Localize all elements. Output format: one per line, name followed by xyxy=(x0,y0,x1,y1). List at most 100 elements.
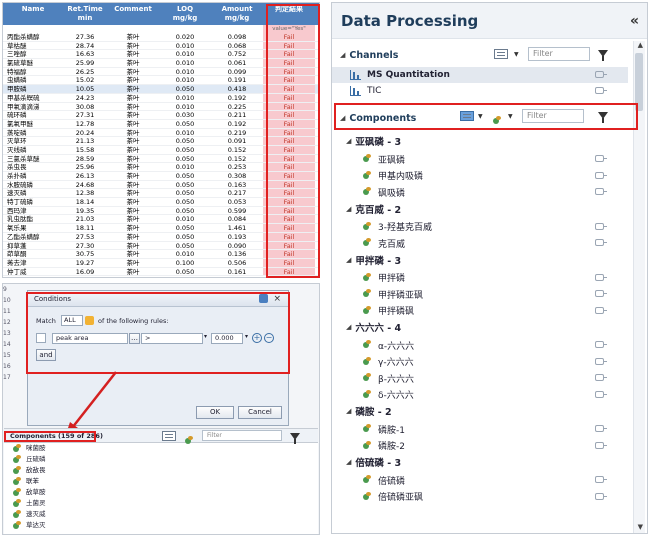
filter-funnel-icon[interactable] xyxy=(290,433,300,444)
list-item[interactable]: 敌草胺 xyxy=(4,487,318,498)
component-item[interactable]: 甲拌磷亚砜 xyxy=(332,286,628,302)
component-icon xyxy=(362,373,372,383)
component-item[interactable]: 甲拌磷砜 xyxy=(332,303,628,319)
expand-triangle-icon[interactable]: ◢ xyxy=(346,458,351,466)
component-item[interactable]: 磷胺-1 xyxy=(332,421,628,437)
component-group[interactable]: ◢ 磷胺 - 2 xyxy=(332,403,628,419)
component-icon xyxy=(362,340,372,350)
link-icon[interactable] xyxy=(595,171,607,179)
component-item[interactable]: 磷胺-2 xyxy=(332,438,628,454)
component-item[interactable]: 克百威 xyxy=(332,235,628,251)
component-item[interactable]: 3-羟基克百威 xyxy=(332,219,628,235)
component-label: 甲拌磷 xyxy=(378,274,406,284)
list-item[interactable]: 咪菌胺 xyxy=(4,443,318,454)
component-label: 倍硫磷 xyxy=(378,476,406,487)
collapse-icon[interactable]: « xyxy=(630,3,639,39)
channels-filter-input[interactable]: Filter xyxy=(528,47,590,61)
data-processing-panel: Data Processing « ◢ Channels ▼ Filter MS… xyxy=(331,2,648,534)
component-item[interactable]: 倍硫磷亚砜 xyxy=(332,489,628,505)
component-label: 甲拌磷砜 xyxy=(378,307,415,317)
scroll-down-icon[interactable]: ▼ xyxy=(638,523,643,531)
components-header-highlight xyxy=(4,431,96,442)
component-icon xyxy=(362,187,372,197)
expand-triangle-icon[interactable]: ◢ xyxy=(346,407,351,415)
component-item[interactable]: δ-六六六 xyxy=(332,387,628,403)
link-icon[interactable] xyxy=(595,357,607,365)
channel-label: MS Quantitation xyxy=(367,70,450,80)
component-item[interactable]: γ-六六六 xyxy=(332,354,628,370)
link-icon[interactable] xyxy=(595,155,607,162)
list-item[interactable]: 联苯 xyxy=(4,476,318,487)
component-group[interactable]: ◢ 倍硫磷 - 3 xyxy=(332,454,628,470)
component-item[interactable]: α-六六六 xyxy=(332,337,628,353)
small-filter-input[interactable]: Filter xyxy=(202,430,282,441)
component-group[interactable]: ◢ 亚砜磷 - 3 xyxy=(332,133,628,149)
channels-filter-icon[interactable] xyxy=(598,50,608,61)
expand-triangle-icon[interactable]: ◢ xyxy=(346,323,351,331)
component-icon xyxy=(362,272,372,283)
link-icon[interactable] xyxy=(595,188,607,195)
expand-triangle-icon[interactable]: ◢ xyxy=(346,256,351,264)
component-icon xyxy=(12,509,22,520)
component-label: 草达灭 xyxy=(26,521,46,529)
component-icon xyxy=(12,487,22,498)
panel-title: Data Processing « xyxy=(332,3,647,39)
component-label: α-六六六 xyxy=(378,341,415,352)
component-group[interactable]: ◢ 六六六 - 4 xyxy=(332,319,628,335)
list-item[interactable]: 草达灭 xyxy=(4,520,318,531)
component-label: δ-六六六 xyxy=(378,391,414,401)
channel-item[interactable]: TIC xyxy=(332,83,628,99)
link-icon[interactable] xyxy=(595,390,607,398)
link-icon[interactable] xyxy=(595,273,607,281)
component-icon xyxy=(12,454,22,465)
link-icon[interactable] xyxy=(595,425,607,432)
component-label: 联苯 xyxy=(26,477,39,485)
component-item[interactable]: 倍硫磷 xyxy=(332,472,628,488)
link-icon[interactable] xyxy=(595,87,607,94)
component-item[interactable]: 甲基内吸磷 xyxy=(332,168,628,184)
link-icon[interactable] xyxy=(595,476,607,483)
list-item[interactable]: 丘硫磷 xyxy=(4,454,318,465)
expand-triangle-icon[interactable]: ◢ xyxy=(340,51,345,59)
small-items: 咪菌胺 丘硫磷 敌敌畏 联苯敌草胺土菌灵速灭威草达灭 xyxy=(4,443,318,531)
scroll-up-icon[interactable]: ▲ xyxy=(638,41,643,49)
link-icon[interactable] xyxy=(595,441,607,449)
link-icon[interactable] xyxy=(595,306,607,314)
list-view-icon[interactable] xyxy=(162,431,176,441)
component-group[interactable]: ◢ 甲拌磷 - 3 xyxy=(332,252,628,268)
group-label: 磷胺 - 2 xyxy=(355,407,392,418)
channels-list-view-icon[interactable] xyxy=(494,49,508,59)
component-item[interactable]: β-六六六 xyxy=(332,370,628,386)
link-icon[interactable] xyxy=(595,239,607,246)
list-item[interactable]: 敌敌畏 xyxy=(4,465,318,476)
component-label: 土菌灵 xyxy=(26,499,46,507)
list-item[interactable]: 速灭威 xyxy=(4,509,318,520)
component-icon xyxy=(362,289,372,299)
component-icon xyxy=(362,389,372,400)
component-type-icon[interactable] xyxy=(184,431,194,450)
component-item[interactable]: 砜吸磷 xyxy=(332,184,628,200)
link-icon[interactable] xyxy=(595,341,607,348)
component-label: 倍硫磷亚砜 xyxy=(378,493,424,503)
link-icon[interactable] xyxy=(595,71,607,78)
component-item[interactable]: 甲拌磷 xyxy=(332,270,628,286)
channel-item[interactable]: MS Quantitation xyxy=(332,67,628,83)
component-label: 速灭威 xyxy=(26,510,46,518)
channels-label: Channels xyxy=(349,49,399,61)
component-label: 磷胺-2 xyxy=(378,442,405,452)
component-item[interactable]: 亚砜磷 xyxy=(332,151,628,167)
component-group[interactable]: ◢ 克百威 - 2 xyxy=(332,201,628,217)
component-label: 敌草胺 xyxy=(26,488,46,496)
link-icon[interactable] xyxy=(595,222,607,230)
link-icon[interactable] xyxy=(595,290,607,297)
list-item[interactable]: 土菌灵 xyxy=(4,498,318,509)
link-icon[interactable] xyxy=(595,374,607,381)
expand-triangle-icon[interactable]: ◢ xyxy=(346,137,351,145)
component-label: 甲拌磷亚砜 xyxy=(378,290,424,301)
channels-view-dropdown-icon[interactable]: ▼ xyxy=(514,51,519,58)
group-label: 六六六 - 4 xyxy=(355,323,402,334)
link-icon[interactable] xyxy=(595,492,607,500)
expand-triangle-icon[interactable]: ◢ xyxy=(346,205,351,213)
group-label: 亚砜磷 - 3 xyxy=(355,137,402,148)
component-label: 克百威 xyxy=(378,239,406,250)
